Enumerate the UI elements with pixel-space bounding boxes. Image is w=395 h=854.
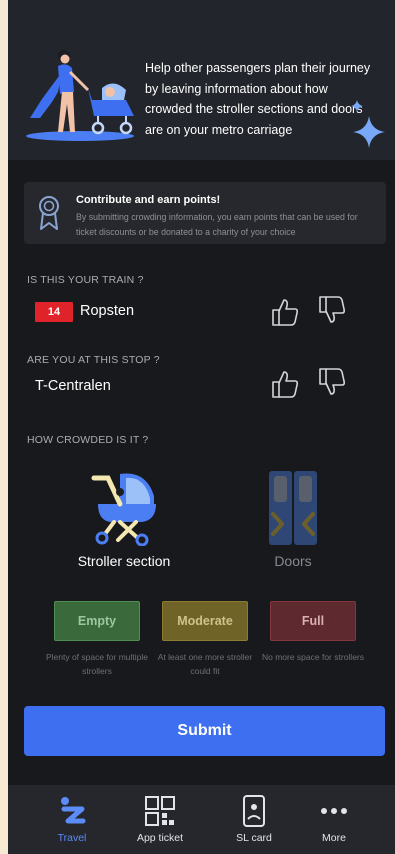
section-label-stroller: Stroller section: [77, 553, 171, 569]
stop-question-label: ARE YOU AT THIS STOP ?: [27, 354, 160, 366]
crowd-moderate-button[interactable]: Moderate: [162, 601, 248, 641]
tab-travel[interactable]: Travel: [32, 785, 112, 854]
thumbs-down-train-icon[interactable]: [317, 295, 347, 325]
thumbs-down-stop-icon[interactable]: [317, 367, 347, 397]
section-label-doors: Doors: [274, 553, 312, 569]
thumbs-up-train-icon[interactable]: [270, 297, 300, 327]
points-info-card: Contribute and earn points! By submittin…: [24, 182, 386, 244]
tab-label-more: More: [322, 832, 346, 844]
line-badge: 14: [35, 302, 73, 322]
intro-text: Help other passengers plan their journey…: [145, 61, 371, 137]
crowd-moderate-description: At least one more stroller could fit: [157, 652, 253, 676]
thumbs-up-stop-icon[interactable]: [270, 369, 300, 399]
info-title: Contribute and earn points!: [76, 194, 221, 206]
train-destination: Ropsten: [80, 303, 135, 319]
crowd-empty-description: Plenty of space for multiple strollers: [45, 652, 149, 676]
more-dots-icon: [321, 808, 347, 814]
submit-button[interactable]: Submit: [24, 706, 385, 756]
stroller-icon: [91, 473, 156, 546]
crowd-full-button[interactable]: Full: [270, 601, 356, 641]
crowd-question-label: HOW CROWDED IS IT ?: [27, 434, 149, 446]
tab-app-ticket[interactable]: App ticket: [120, 785, 200, 854]
sl-card-icon: [243, 795, 265, 827]
tab-label-travel: Travel: [57, 832, 87, 844]
stop-name: T-Centralen: [35, 378, 111, 394]
tab-label-sl-card: SL card: [236, 832, 272, 844]
app-screen: Help other passengers plan their journey…: [8, 0, 395, 854]
train-question-label: IS THIS YOUR TRAIN ?: [27, 274, 144, 286]
qr-code-icon: [145, 796, 175, 826]
tab-sl-card[interactable]: SL card: [214, 785, 294, 854]
crowd-empty-button[interactable]: Empty: [54, 601, 140, 641]
crowd-full-description: No more space for strollers: [261, 652, 365, 662]
tab-more[interactable]: More: [294, 785, 374, 854]
medal-icon: [39, 196, 59, 230]
bottom-tab-bar: Travel App ticket SL card More: [8, 785, 395, 854]
intro-banner: Help other passengers plan their journey…: [8, 0, 395, 160]
sparkle-icon: [351, 100, 385, 148]
doors-icon: [269, 471, 317, 545]
tab-label-app-ticket: App ticket: [136, 832, 184, 844]
travel-icon: [61, 797, 86, 824]
parent-with-stroller-illustration: [26, 50, 134, 141]
info-body: By submitting crowding information, you …: [76, 212, 358, 237]
